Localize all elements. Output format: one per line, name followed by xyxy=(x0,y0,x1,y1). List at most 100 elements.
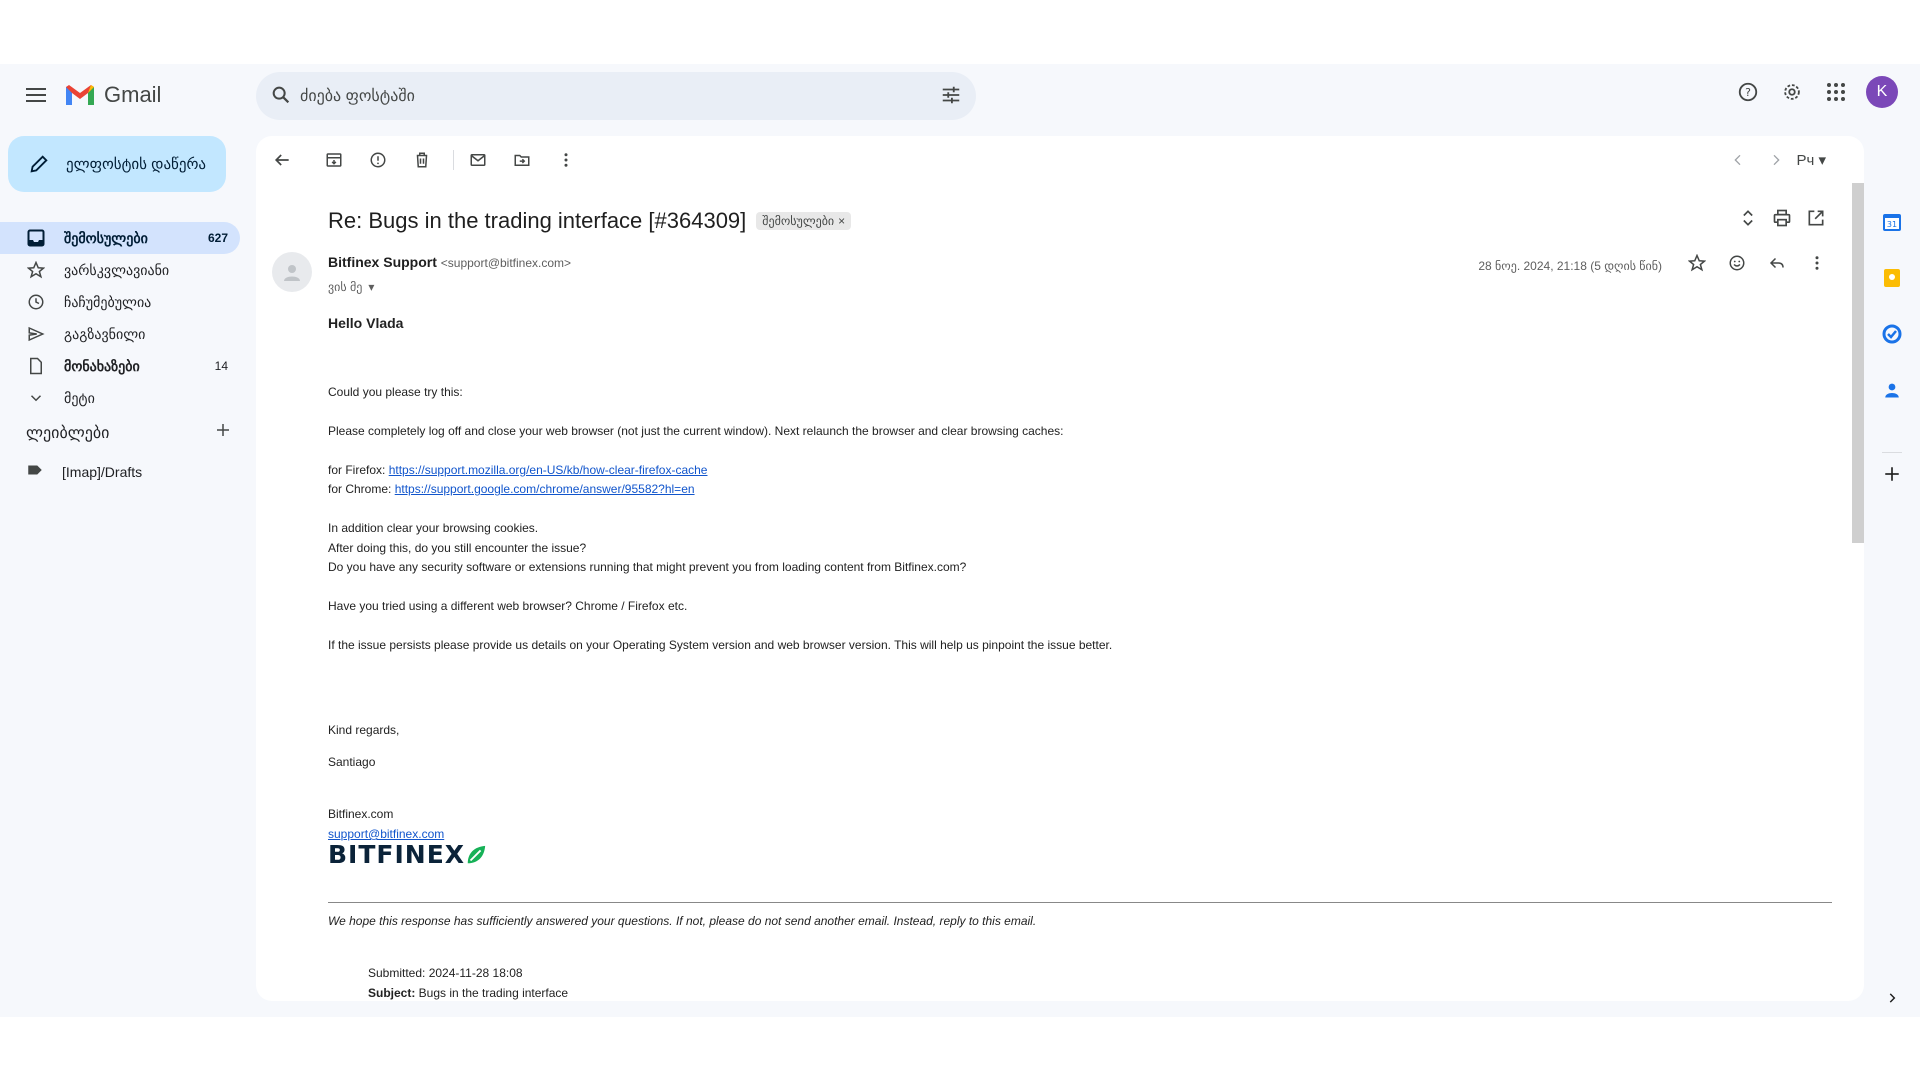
delete-trash-icon[interactable] xyxy=(410,148,434,172)
company-name: Bitfinex.com xyxy=(328,807,394,821)
nav-label: მონახაზები xyxy=(64,357,140,374)
bitfinex-wordmark: BITFINEX xyxy=(328,840,466,870)
email-subject: Re: Bugs in the trading interface [#3643… xyxy=(328,208,747,233)
email-toolbar: Рч ▾ xyxy=(256,136,1864,184)
nav-label: ჩაჩუმებულია xyxy=(64,293,152,310)
remove-label-icon[interactable]: × xyxy=(838,214,845,228)
mark-unread-icon[interactable] xyxy=(466,148,490,172)
subject-actions xyxy=(1738,208,1826,233)
labels-header: ლეიბლები xyxy=(26,421,232,444)
compose-button[interactable]: ელფოსტის დაწერა xyxy=(8,136,226,192)
move-to-icon[interactable] xyxy=(510,148,534,172)
app-name: Gmail xyxy=(104,82,162,107)
nav-count: 14 xyxy=(214,359,228,373)
chrome-prefix: for Chrome: xyxy=(328,482,395,496)
add-label-icon[interactable] xyxy=(214,421,232,444)
details-caret-icon[interactable]: ▾ xyxy=(368,280,374,294)
main-menu-icon[interactable] xyxy=(24,84,48,108)
nav-item-drafts[interactable]: მონახაზები 14 xyxy=(0,350,240,382)
emoji-react-icon[interactable] xyxy=(1728,254,1746,277)
disclaimer-text: We hope this response has sufficiently a… xyxy=(328,914,1037,928)
dropdown-caret-icon: ▾ xyxy=(1818,152,1826,169)
chrome-line: for Chrome: https://support.google.com/c… xyxy=(328,480,695,500)
calendar-icon[interactable]: 31 xyxy=(1882,212,1902,232)
body-line: Please completely log off and close your… xyxy=(328,424,1064,438)
search-filters-icon[interactable] xyxy=(940,84,962,111)
expand-all-icon[interactable] xyxy=(1738,208,1758,233)
search-bar[interactable]: ძიება ფოსტაში xyxy=(256,72,976,120)
clock-icon xyxy=(26,292,46,312)
open-new-window-icon[interactable] xyxy=(1806,208,1826,233)
gmail-logo[interactable]: Gmail xyxy=(64,82,161,108)
svg-text:31: 31 xyxy=(1887,220,1897,229)
scrollbar-thumb[interactable] xyxy=(1852,183,1864,543)
label-item-imap-drafts[interactable]: [Imap]/Drafts xyxy=(26,461,142,482)
chrome-cache-link[interactable]: https://support.google.com/chrome/answer… xyxy=(395,482,695,496)
search-icon[interactable] xyxy=(270,84,292,111)
label-tag-icon xyxy=(26,461,44,482)
older-chevron-right-icon[interactable] xyxy=(1764,148,1788,172)
chevron-down-icon xyxy=(26,388,46,408)
nav-label: გაგზავნილი xyxy=(64,325,146,342)
label-chip[interactable]: შემოსულები × xyxy=(756,212,852,230)
bitfinex-logo: BITFINEX xyxy=(328,840,487,870)
input-language-selector[interactable]: Рч ▾ xyxy=(1796,151,1826,169)
header: Gmail ძიება ფოსტაში ? K xyxy=(0,64,1920,128)
nav-label: მეტი xyxy=(64,389,95,406)
body-line: Could you please try this: xyxy=(328,385,463,399)
email-view: Рч ▾ Re: Bugs in the trading interface [… xyxy=(256,136,1864,1001)
compose-label: ელფოსტის დაწერა xyxy=(66,156,206,173)
apps-grid-icon[interactable] xyxy=(1822,78,1850,106)
body-greeting: Hello Vlada xyxy=(328,315,404,331)
help-icon[interactable]: ? xyxy=(1734,78,1762,106)
archive-icon[interactable] xyxy=(322,148,346,172)
email-meta: 28 ნოე. 2024, 21:18 (5 დღის წინ) xyxy=(1478,253,1826,277)
signature-divider xyxy=(328,902,1832,903)
body-line: In addition clear your browsing cookies. xyxy=(328,521,539,535)
tasks-icon[interactable] xyxy=(1882,324,1902,344)
add-addon-icon[interactable] xyxy=(1882,464,1902,484)
subject-value: Bugs in the trading interface xyxy=(415,986,569,1000)
contacts-icon[interactable] xyxy=(1882,380,1902,400)
gmail-m-icon xyxy=(66,85,94,105)
subject-row: Re: Bugs in the trading interface [#3643… xyxy=(328,208,852,234)
nav-item-sent[interactable]: გაგზავნილი xyxy=(0,318,240,350)
sender-email: <support@bitfinex.com> xyxy=(440,256,572,270)
subject-label: Subject: xyxy=(368,986,416,1000)
account-avatar[interactable]: K xyxy=(1866,76,1898,108)
star-toggle-icon[interactable] xyxy=(1687,253,1707,277)
back-arrow-icon[interactable] xyxy=(270,148,294,172)
support-email-link[interactable]: support@bitfinex.com xyxy=(328,827,444,841)
sender-name[interactable]: Bitfinex Support xyxy=(328,254,437,270)
firefox-cache-link[interactable]: https://support.mozilla.org/en-US/kb/how… xyxy=(389,463,708,477)
newer-chevron-left-icon[interactable] xyxy=(1726,148,1750,172)
label-chip-text: შემოსულები xyxy=(762,214,835,228)
pencil-icon xyxy=(30,155,48,173)
firefox-prefix: for Firefox: xyxy=(328,463,389,477)
message-more-icon[interactable] xyxy=(1808,254,1826,277)
side-panel-divider xyxy=(1882,452,1902,453)
nav-item-starred[interactable]: ვარსკვლავიანი xyxy=(0,254,240,286)
body-line: Do you have any security software or ext… xyxy=(328,560,967,574)
sender-avatar[interactable] xyxy=(272,252,312,292)
search-input[interactable]: ძიება ფოსტაში xyxy=(300,86,415,106)
header-actions: ? K xyxy=(1734,76,1898,108)
recipient-details[interactable]: ვის მე ▾ xyxy=(328,280,374,294)
nav-count: 627 xyxy=(207,231,228,245)
keep-notes-icon[interactable] xyxy=(1882,268,1902,288)
email-date: 28 ნოე. 2024, 21:18 (5 დღის წინ) xyxy=(1478,258,1662,273)
gmail-app: Gmail ძიება ფოსტაში ? K ელფოსტის დაწერა … xyxy=(0,64,1920,1017)
more-vert-icon[interactable] xyxy=(554,148,578,172)
nav-item-snoozed[interactable]: ჩაჩუმებულია xyxy=(0,286,240,318)
nav-item-more[interactable]: მეტი xyxy=(0,382,240,414)
nav-item-inbox[interactable]: შემოსულები 627 xyxy=(0,222,240,254)
reply-icon[interactable] xyxy=(1768,254,1786,277)
settings-gear-icon[interactable] xyxy=(1778,78,1806,106)
star-icon xyxy=(26,260,46,280)
report-spam-icon[interactable] xyxy=(366,148,390,172)
body-line: Have you tried using a different web bro… xyxy=(328,599,688,613)
nav-label: ვარსკვლავიანი xyxy=(64,261,170,278)
show-side-panel-chevron-icon[interactable] xyxy=(1882,988,1902,1008)
print-icon[interactable] xyxy=(1772,208,1792,233)
bitfinex-leaf-icon xyxy=(467,845,486,864)
